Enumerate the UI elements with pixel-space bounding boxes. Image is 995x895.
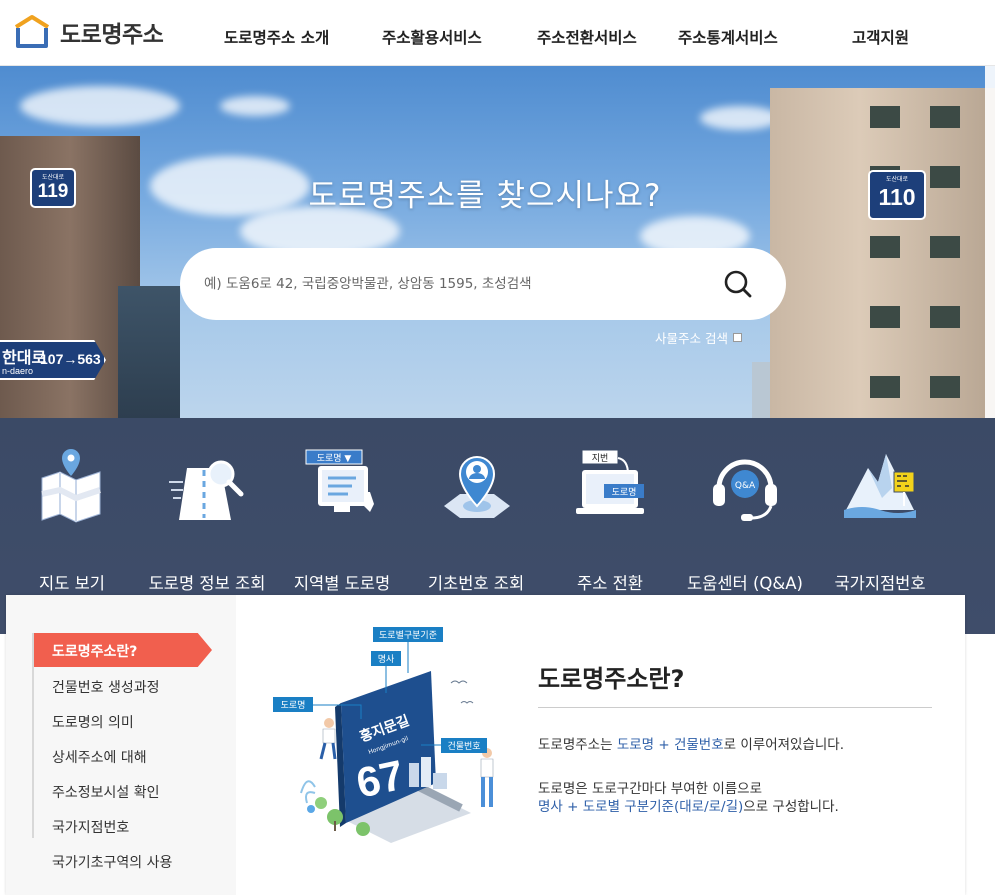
side-menu-item[interactable]: 도로명의 의미 [52,712,134,732]
svg-text:도로명: 도로명 [612,487,637,498]
cloud [700,106,780,130]
svg-text:지번: 지번 [592,453,609,464]
svg-text:도로명: 도로명 [281,700,306,711]
content-title: 도로명주소란? [538,665,685,693]
logo-text: 도로명주소 [60,22,164,48]
region-road-icon: 도로명 ▼ [305,449,374,512]
thing-search-checkbox[interactable] [732,333,742,342]
hero-banner: 도산대로 119 도산대로 110 한대로 n-daero 107→563 도로… [0,66,995,418]
svg-text:도로별구분기준: 도로별구분기준 [379,630,437,641]
side-menu: 도로명주소란? 건물번호 생성과정 도로명의 의미 상세주소에 대해 주소정보시… [6,595,236,895]
nav-conversion[interactable]: 주소전환서비스 [537,26,637,48]
building-right [770,88,995,418]
site-logo[interactable]: 도로명주소 [12,14,164,50]
building-left-glass [118,286,180,418]
quick-label: 국가지점번호 [834,574,926,593]
side-menu-item-active[interactable]: 도로명주소란? [34,633,212,667]
side-menu-item[interactable]: 국가지점번호 [52,817,129,837]
thing-search-label: 사물주소 검색 [655,331,728,346]
quick-map-view[interactable]: 지도 보기 [2,448,142,593]
nav-utilization[interactable]: 주소활용서비스 [382,26,482,48]
help-headset-icon: Q&A [713,459,777,521]
search-icon[interactable] [720,266,756,302]
house-logo-icon [14,15,50,48]
side-menu-item[interactable]: 국가기초구역의 사용 [52,852,172,872]
side-menu-item[interactable]: 주소정보시설 확인 [52,782,160,802]
road-sign-arrow: 한대로 n-daero 107→563 [0,340,106,380]
cloud [20,86,180,126]
quick-label: 도로명 정보 조회 [148,574,266,593]
quick-road-info[interactable]: 도로명 정보 조회 [137,448,277,593]
quick-label: 주소 전환 [577,574,643,593]
svg-text:명사: 명사 [378,654,395,665]
content-line-2: 도로명은 도로구간마다 부여한 이름으로 [538,781,763,797]
side-menu-item[interactable]: 건물번호 생성과정 [52,677,160,697]
content-line-3: 명사 + 도로별 구분기준(대로/로/길)으로 구성합니다. [538,799,839,815]
basic-number-icon [444,456,510,518]
nav-intro[interactable]: 도로명주소 소개 [224,26,329,48]
address-convert-icon: 지번 도로명 [576,449,644,514]
intro-panel: 도로명주소란? 건물번호 생성과정 도로명의 의미 상세주소에 대해 주소정보시… [6,595,965,895]
site-header: 도로명주소 도로명주소 소개 주소활용서비스 주소전환서비스 주소통계서비스 고… [0,0,995,66]
quick-address-convert[interactable]: 지번 도로명 주소 전환 [540,448,680,593]
nav-support[interactable]: 고객지원 [852,26,909,48]
svg-text:건물번호: 건물번호 [447,741,480,752]
content-line-1: 도로명주소는 도로명 + 건물번호로 이루어져있습니다. [538,737,845,753]
hero-title: 도로명주소를 찾으시나요? [308,178,662,214]
svg-text:Q&A: Q&A [735,481,756,491]
quick-label: 기초번호 조회 [427,574,525,593]
search-box [180,248,786,320]
map-icon [41,449,101,523]
quick-help-center[interactable]: Q&A 도움센터 (Q&A) [675,448,815,593]
thing-address-search-toggle[interactable]: 사물주소 검색 [655,328,742,347]
cloud [220,96,290,116]
nav-statistics[interactable]: 주소통계서비스 [678,26,778,48]
road-search-icon [169,460,244,520]
svg-text:도로명 ▼: 도로명 ▼ [317,453,352,464]
road-name-address-illustration: 홍지문길 Hongjimun-gil 67 도로별구분기준 명사 도로명 건물번… [273,627,494,843]
quick-national-point[interactable]: 국가지점번호 [810,448,950,593]
address-search-input[interactable] [204,270,704,298]
side-menu-item[interactable]: 상세주소에 대해 [52,747,147,767]
quick-basic-number[interactable]: 기초번호 조회 [406,448,546,593]
content-divider [538,707,932,708]
side-menu-rail [32,633,34,838]
side-menu-active-label: 도로명주소란? [52,644,138,660]
quick-label: 지역별 도로명 [293,574,391,593]
quick-region-road[interactable]: 도로명 ▼ 지역별 도로명 [272,448,412,593]
quick-label: 도움센터 (Q&A) [687,574,803,593]
svg-text:67: 67 [352,751,407,807]
national-point-icon [844,454,916,518]
quick-label: 지도 보기 [39,574,105,593]
